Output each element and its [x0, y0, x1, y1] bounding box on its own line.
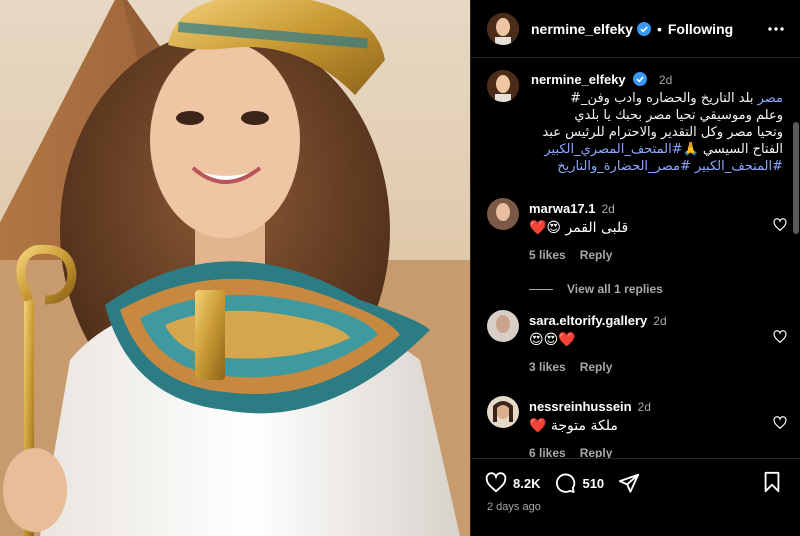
commenter-avatar-image: [487, 396, 519, 428]
heart-icon[interactable]: [773, 218, 787, 232]
comment-text: ❤️😍 قلبى القمر: [529, 220, 628, 236]
comment-emoji: 😍😍❤️: [529, 332, 576, 348]
bookmark-icon[interactable]: [761, 471, 783, 493]
commenter-avatar[interactable]: [487, 198, 519, 230]
post-image[interactable]: [0, 0, 470, 536]
caption-time: 2d: [658, 73, 673, 87]
more-icon[interactable]: [767, 20, 785, 38]
commenter-avatar[interactable]: [487, 310, 519, 342]
caption-text: مصر بلد التاريخ والحضاره وادب وفن_# وعلم…: [513, 90, 783, 175]
caption-username[interactable]: nermine_elfeky: [531, 72, 626, 87]
replies-divider: [529, 289, 553, 291]
comment-likes[interactable]: 3 likes: [529, 360, 566, 374]
post-header: nermine_elfeky • Following: [471, 0, 800, 58]
action-buttons: 8.2K 510: [485, 471, 640, 495]
header-separator: •: [656, 20, 662, 37]
comment-time: 2d: [637, 400, 651, 414]
comment-time: 2d: [653, 314, 667, 328]
posted-time: 2 days ago: [487, 501, 541, 513]
comment-meta: 3 likes Reply: [529, 360, 626, 374]
view-replies-label: View all 1 replies: [567, 282, 663, 296]
reply-button[interactable]: Reply: [580, 446, 613, 458]
pharaoh-portrait-illustration: [0, 0, 470, 536]
comment-body: قلبى القمر: [565, 220, 629, 236]
comment-text: ❤️ ملكة متوجة: [529, 418, 618, 434]
author-username[interactable]: nermine_elfeky: [531, 21, 633, 37]
verified-icon: [636, 21, 651, 36]
hashtag-link[interactable]: مصر: [758, 91, 783, 106]
likes-count[interactable]: 8.2K: [513, 476, 540, 491]
author-avatar-image: [487, 12, 519, 45]
comments-count[interactable]: 510: [582, 476, 604, 491]
comment-time: 2d: [601, 202, 615, 216]
comment-emoji: ❤️😍: [529, 220, 562, 236]
comment-meta: 6 likes Reply: [529, 446, 626, 458]
view-replies-button[interactable]: View all 1 replies: [529, 282, 663, 296]
reply-button[interactable]: Reply: [580, 360, 613, 374]
comments-scroll-area[interactable]: nermine_elfeky 2d مصر بلد التاريخ والحضا…: [471, 58, 800, 458]
commenter-avatar[interactable]: [487, 396, 519, 428]
caption-line: وعلم وموسيقي تحيا مصر بحبك يا بلدي: [574, 108, 783, 123]
hashtag-link[interactable]: #المتحف_المصري_الكبير: [544, 142, 682, 157]
comment-emoji: ❤️: [529, 418, 547, 434]
comment-likes[interactable]: 5 likes: [529, 248, 566, 262]
comment-meta: 5 likes Reply: [529, 248, 626, 262]
comment-body: ملكة متوجة: [550, 418, 618, 434]
post-actions: 8.2K 510 2 days ago: [471, 458, 800, 536]
comment-text: 😍😍❤️: [529, 332, 576, 348]
caption-line: بلد التاريخ والحضاره وادب وفن_#: [570, 91, 758, 106]
heart-icon[interactable]: [485, 472, 507, 494]
commenter-username[interactable]: nessreinhussein: [529, 399, 632, 414]
caption-line: الفتاح السيسي: [702, 142, 783, 157]
hashtag-link[interactable]: #المتحف_الكبير #مصر_الحضارة_والتاريخ: [513, 158, 783, 175]
comment-icon[interactable]: [554, 472, 576, 494]
caption-emoji: 🙏: [682, 142, 699, 157]
post-viewer: nermine_elfeky • Following nermine_elfek…: [0, 0, 800, 536]
verified-icon: [633, 72, 648, 86]
post-details-panel: nermine_elfeky • Following nermine_elfek…: [470, 0, 800, 536]
following-button[interactable]: Following: [668, 21, 733, 37]
heart-icon[interactable]: [773, 416, 787, 430]
commenter-username[interactable]: sara.eltorify.gallery: [529, 313, 647, 328]
commenter-avatar-image: [487, 198, 519, 230]
heart-icon[interactable]: [773, 330, 787, 344]
comment-likes[interactable]: 6 likes: [529, 446, 566, 458]
commenter-avatar-image: [487, 310, 519, 342]
share-icon[interactable]: [618, 472, 640, 494]
caption-line: وتحيا مصر وكل التقدير والاحترام للرئيس ع…: [542, 125, 783, 140]
caption-header: nermine_elfeky 2d: [531, 72, 672, 87]
author-avatar[interactable]: [487, 12, 519, 45]
commenter-username[interactable]: marwa17.1: [529, 201, 596, 216]
reply-button[interactable]: Reply: [580, 248, 613, 262]
comments-scrollbar[interactable]: [793, 122, 799, 234]
